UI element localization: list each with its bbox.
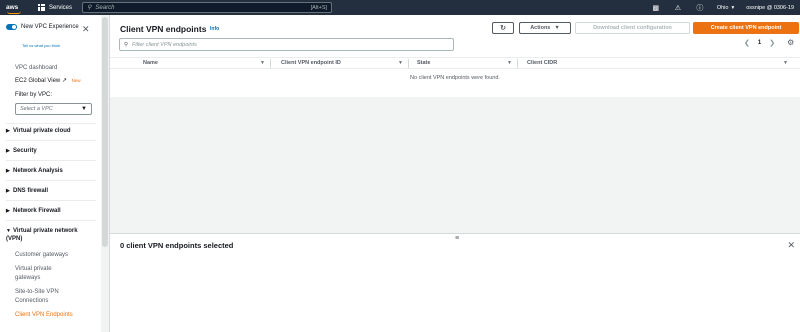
- close-icon[interactable]: ✕: [787, 240, 795, 251]
- caret-right-icon: ▶: [6, 148, 10, 154]
- create-client-vpn-endpoint-button[interactable]: Create client VPN endpoint: [693, 22, 799, 34]
- account-label: ossnipe @ 0306-19: [746, 4, 794, 11]
- new-vpc-experience-toggle[interactable]: [6, 24, 17, 30]
- selection-title: 0 client VPN endpoints selected: [120, 241, 234, 250]
- cloudshell-icon[interactable]: ▩: [645, 0, 667, 15]
- new-badge: New: [71, 78, 81, 83]
- sidebar-section-network-firewall[interactable]: ▶ Network Firewall: [6, 207, 61, 215]
- notifications-bell-icon[interactable]: ⚠: [667, 0, 689, 15]
- sort-icon[interactable]: ▼: [783, 60, 788, 66]
- section-label: Security: [13, 148, 37, 154]
- section-label: Virtual private cloud: [13, 128, 71, 134]
- search-shortcut: [Alt+S]: [310, 4, 328, 11]
- services-grid-icon: [38, 4, 45, 11]
- section-label: Network Analysis: [13, 168, 63, 174]
- close-sidebar-icon[interactable]: ✕: [82, 24, 90, 35]
- sidebar-item-virtual-private-gateways[interactable]: Virtual private gateways: [15, 265, 75, 283]
- column-header-client-cidr[interactable]: Client CIDR: [527, 60, 557, 66]
- external-link-icon: ↗: [61, 78, 67, 84]
- region-label: Ohio: [716, 4, 729, 11]
- actions-dropdown-button[interactable]: Actions ▼: [519, 22, 571, 34]
- next-page-icon[interactable]: ❯: [769, 39, 775, 47]
- filter-input[interactable]: ⚲ Filter client VPN endpoints: [119, 38, 454, 51]
- sort-icon[interactable]: ▼: [398, 60, 403, 66]
- filter-placeholder: Filter client VPN endpoints: [132, 41, 197, 48]
- drag-handle-icon[interactable]: ≡: [455, 235, 459, 242]
- search-icon: ⚲: [87, 5, 92, 11]
- caret-down-icon: ▼: [554, 25, 560, 31]
- refresh-icon: ↻: [500, 25, 506, 32]
- search-input[interactable]: ⚲ Search [Alt+S]: [82, 2, 333, 13]
- section-label: DNS firewall: [13, 188, 49, 194]
- caret-right-icon: ▶: [6, 128, 10, 134]
- sidebar-item-site-to-site-vpn[interactable]: Site-to-Site VPN Connections: [15, 288, 75, 306]
- section-label: Network Firewall: [13, 208, 61, 214]
- sidebar-section-network-analysis[interactable]: ▶ Network Analysis: [6, 167, 63, 175]
- caret-down-icon: ▼: [81, 106, 87, 112]
- ec2-global-view-label: EC2 Global View: [15, 78, 61, 84]
- refresh-button[interactable]: ↻: [492, 22, 514, 34]
- section-label: Virtual private network (VPN): [6, 228, 78, 242]
- aws-logo[interactable]: aws: [6, 3, 28, 14]
- aws-logo-text: aws: [6, 3, 19, 11]
- account-menu[interactable]: ossnipe @ 0306-19: [740, 5, 800, 11]
- sidebar-item-client-vpn-endpoints[interactable]: Client VPN Endpoints: [15, 311, 73, 320]
- details-split-panel: ≡ 0 client VPN endpoints selected ✕: [110, 233, 800, 332]
- sort-icon[interactable]: ▼: [260, 60, 265, 66]
- sidebar: New VPC Experience Tell us what you thin…: [0, 15, 110, 332]
- download-client-configuration-button[interactable]: Download client configuration: [575, 22, 690, 34]
- pagination: ❮ 1 ❯ ⚙: [744, 38, 794, 47]
- column-header-name[interactable]: Name: [143, 60, 158, 66]
- endpoints-table-panel: Client VPN endpoints Info ↻ Actions ▼ Dow…: [110, 15, 800, 97]
- search-icon: ⚲: [124, 41, 129, 48]
- caret-down-icon: ▼: [6, 228, 11, 234]
- sidebar-item-customer-gateways[interactable]: Customer gateways: [15, 251, 68, 260]
- column-header-endpoint-id[interactable]: Client VPN endpoint ID: [281, 60, 341, 66]
- sidebar-section-security[interactable]: ▶ Security: [6, 147, 37, 155]
- page-number[interactable]: 1: [758, 40, 761, 46]
- feedback-link[interactable]: Tell us what you think: [22, 43, 60, 48]
- caret-right-icon: ▶: [6, 208, 10, 214]
- sidebar-section-vpn[interactable]: ▼ Virtual private network (VPN): [6, 227, 86, 243]
- main-content: Client VPN endpoints Info ↻ Actions ▼ Dow…: [110, 15, 800, 332]
- column-header-state[interactable]: State: [417, 60, 430, 66]
- top-navigation-bar: aws Services ⚲ Search [Alt+S] ▩ ⚠ ⓘ Ohio…: [0, 0, 800, 15]
- sidebar-item-vpc-dashboard[interactable]: VPC dashboard: [15, 64, 57, 72]
- empty-table-message: No client VPN endpoints were found.: [410, 75, 500, 81]
- search-placeholder: Search: [95, 4, 115, 11]
- sort-icon[interactable]: ▼: [507, 60, 512, 66]
- caret-down-icon: ▾: [731, 4, 735, 11]
- caret-right-icon: ▶: [6, 188, 10, 194]
- sidebar-scroll-thumb[interactable]: [102, 17, 108, 247]
- sidebar-section-dns-firewall[interactable]: ▶ DNS firewall: [6, 187, 48, 195]
- services-menu-button[interactable]: Services: [38, 4, 72, 11]
- sidebar-item-ec2-global-view[interactable]: EC2 Global View ↗ New: [15, 77, 81, 85]
- caret-right-icon: ▶: [6, 168, 10, 174]
- info-link[interactable]: Info: [210, 26, 219, 32]
- help-icon[interactable]: ⓘ: [689, 0, 711, 15]
- sidebar-section-virtual-private-cloud[interactable]: ▶ Virtual private cloud: [6, 127, 71, 135]
- page-title: Client VPN endpoints: [120, 24, 207, 34]
- region-selector[interactable]: Ohio ▾: [711, 5, 740, 11]
- vpc-select-placeholder: Select a VPC: [20, 106, 53, 112]
- sidebar-scrollbar[interactable]: [101, 15, 109, 332]
- actions-label: Actions: [530, 25, 551, 31]
- new-vpc-experience-label: New VPC Experience: [21, 24, 79, 30]
- filter-by-vpc-label: Filter by VPC:: [15, 92, 53, 98]
- previous-page-icon[interactable]: ❮: [744, 39, 750, 47]
- vpc-select[interactable]: Select a VPC ▼: [15, 103, 92, 115]
- gear-icon[interactable]: ⚙: [787, 38, 794, 47]
- table-header: Name ▼ Client VPN endpoint ID ▼ State ▼ …: [110, 57, 800, 69]
- services-label: Services: [49, 4, 73, 11]
